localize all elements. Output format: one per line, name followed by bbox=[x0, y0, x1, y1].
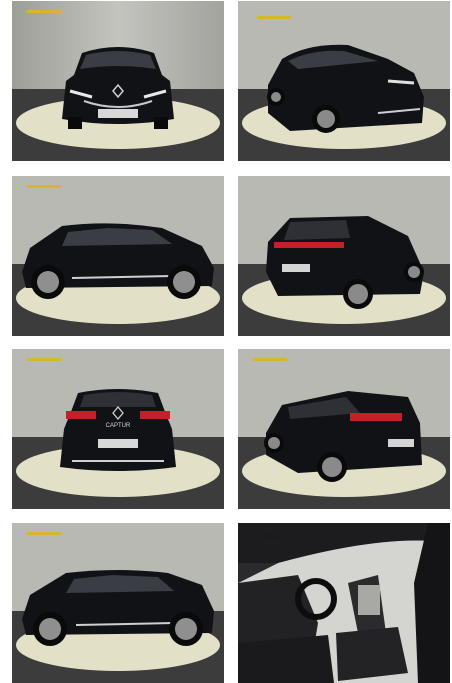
photo-thumbnail-rear[interactable]: CAPTUR bbox=[12, 349, 224, 509]
rear-badge-text: CAPTUR bbox=[106, 423, 131, 429]
photo-thumbnail-rear-three-quarter[interactable] bbox=[238, 176, 450, 336]
photo-thumbnail-side-left-2[interactable] bbox=[12, 523, 224, 683]
photo-thumbnail-front-three-quarter[interactable] bbox=[238, 1, 450, 161]
photo-thumbnail-rear-three-quarter-right[interactable] bbox=[238, 349, 450, 509]
dealer-watermark-text: WALL bbox=[260, 533, 282, 540]
dealer-watermark-logo bbox=[254, 15, 291, 21]
photo-thumbnail-front[interactable] bbox=[12, 1, 224, 161]
car-front-image bbox=[12, 1, 224, 161]
dealer-watermark-logo bbox=[24, 357, 61, 363]
car-side-2-image bbox=[12, 523, 224, 683]
dealer-watermark-logo bbox=[250, 357, 287, 363]
car-front-three-quarter-image bbox=[238, 1, 450, 161]
car-side-image bbox=[12, 176, 224, 336]
dealer-watermark-logo bbox=[24, 184, 61, 190]
car-rear-right-image bbox=[238, 349, 450, 509]
dealer-watermark-logo bbox=[24, 531, 61, 537]
dealer-watermark-logo bbox=[24, 9, 61, 15]
photo-thumbnail-side-left[interactable] bbox=[12, 176, 224, 336]
car-interior-image bbox=[238, 523, 450, 683]
photo-thumbnail-interior[interactable]: WALL bbox=[238, 523, 450, 683]
car-rear-image: CAPTUR bbox=[12, 349, 224, 509]
car-rear-three-quarter-image bbox=[238, 176, 450, 336]
